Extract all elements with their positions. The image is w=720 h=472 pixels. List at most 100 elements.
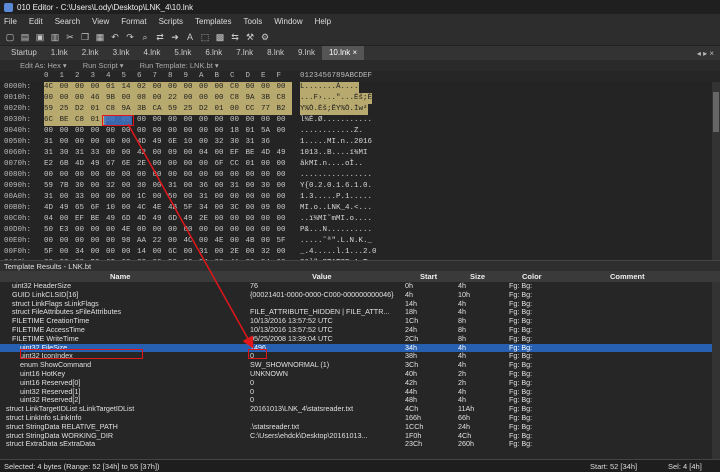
hex-ascii[interactable]: Y{0.2.0.1.6.1.0. — [300, 181, 372, 192]
hex-byte[interactable]: 00 — [106, 148, 122, 159]
hex-byte[interactable]: 00 — [277, 247, 293, 258]
hex-scroll-thumb[interactable] — [713, 92, 719, 132]
hex-byte[interactable]: 00 — [153, 126, 169, 137]
run-template-dropdown[interactable]: Run Template: LNK.bt ▾ — [140, 61, 219, 70]
hex-byte[interactable]: 00 — [261, 225, 277, 236]
hex-byte[interactable]: 10 — [106, 203, 122, 214]
font-icon[interactable]: A — [184, 31, 196, 43]
hex-byte[interactable]: 18 — [230, 126, 246, 137]
hex-byte[interactable]: 00 — [153, 159, 169, 170]
hex-ascii[interactable]: ............Z. — [300, 126, 363, 137]
hex-byte[interactable]: 4D — [137, 137, 153, 148]
hex-row[interactable]: 00E0h: 00 00 00 00 00 98 AA 22 00 4C 00 4E 00 4B 00 5F..… — [0, 236, 720, 247]
hex-byte[interactable]: 31 — [44, 192, 60, 203]
hex-byte[interactable]: 4D — [137, 214, 153, 225]
hex-byte[interactable]: 00 — [168, 159, 184, 170]
calculator-icon[interactable]: ▩ — [214, 31, 226, 43]
hex-byte[interactable]: 00 — [60, 126, 76, 137]
template-row[interactable]: struct LinkFlags sLinkFlags 14h 4h Fg: Bg: — [0, 300, 712, 309]
hex-byte[interactable]: 00 — [106, 247, 122, 258]
hex-byte[interactable]: 3C — [230, 203, 246, 214]
hex-byte[interactable]: 4B — [246, 236, 262, 247]
hex-byte[interactable]: 00 — [91, 126, 107, 137]
hex-byte[interactable]: 00 — [75, 82, 91, 93]
edit-as-dropdown[interactable]: Edit As: Hex ▾ — [20, 61, 67, 70]
goto-icon[interactable]: ➜ — [169, 31, 181, 43]
hex-byte[interactable]: 00 — [246, 170, 262, 181]
hex-byte[interactable]: 00 — [184, 247, 200, 258]
hex-byte[interactable]: 00 — [153, 225, 169, 236]
hex-byte[interactable]: 00 — [246, 247, 262, 258]
hex-byte[interactable]: 00 — [183, 93, 199, 104]
hex-byte[interactable]: 31 — [230, 181, 246, 192]
hex-byte[interactable]: 00 — [215, 247, 231, 258]
hex-byte[interactable]: 22 — [153, 236, 169, 247]
template-row[interactable]: struct FileAttributes sFileAttributes FIL… — [0, 308, 712, 317]
hex-byte[interactable]: 00 — [106, 137, 122, 148]
hex-byte[interactable]: 30 — [60, 148, 76, 159]
template-row[interactable]: struct LinkInfo sLinkInfo 166h 66h Fg: Bg: — [0, 414, 712, 423]
hex-byte[interactable]: 00 — [199, 236, 215, 247]
hex-byte[interactable]: 00 — [261, 170, 277, 181]
hex-byte[interactable]: 49 — [153, 137, 169, 148]
hex-view[interactable]: 0100h:330038E26C00220053005400410054003&… — [0, 82, 720, 260]
template-row[interactable]: enum ShowCommand SW_SHOWNORMAL (1) 3Ch 4h Fg… — [0, 361, 712, 370]
hex-byte[interactable]: 09 — [261, 203, 277, 214]
hex-byte[interactable]: 00 — [60, 137, 76, 148]
hex-byte[interactable]: 31 — [199, 192, 215, 203]
hex-byte[interactable]: 00 — [276, 82, 292, 93]
hex-row[interactable]: 0000h: 4C 00 00 00 01 14 02 00 00 00 00 00 C0 00 00 00 L.… — [0, 82, 720, 93]
hex-byte[interactable]: 00 — [153, 181, 169, 192]
hex-ascii[interactable]: P&...N.......... — [300, 225, 372, 236]
hex-byte[interactable]: 00 — [75, 137, 91, 148]
hex-byte[interactable]: C8 — [230, 93, 246, 104]
hex-byte[interactable]: 00 — [199, 159, 215, 170]
hex-byte[interactable]: 00 — [168, 115, 184, 126]
hex-byte[interactable]: 00 — [246, 181, 262, 192]
hex-byte[interactable]: 4B — [168, 203, 184, 214]
hex-byte[interactable]: 00 — [60, 236, 76, 247]
hex-byte[interactable]: 4D — [75, 159, 91, 170]
hex-byte[interactable]: 59 — [168, 104, 184, 115]
tab-2[interactable]: 2.lnk — [75, 46, 106, 60]
hex-byte[interactable]: 00 — [75, 170, 91, 181]
hex-byte[interactable]: 00 — [91, 247, 107, 258]
tab-0[interactable]: Startup — [4, 46, 44, 60]
hex-byte[interactable]: 00 — [153, 148, 169, 159]
hex-ascii[interactable]: MI.o..LNK_4.<... — [300, 203, 372, 214]
hex-byte[interactable]: 00 — [122, 126, 138, 137]
tab-8[interactable]: 8.lnk — [260, 46, 291, 60]
hex-byte[interactable]: 00 — [214, 93, 230, 104]
hex-byte[interactable]: 00 — [106, 225, 122, 236]
hex-byte[interactable]: 10 — [184, 137, 200, 148]
hex-byte[interactable]: 00 — [184, 181, 200, 192]
hex-byte[interactable]: 36 — [199, 181, 215, 192]
hex-byte[interactable]: 3B — [261, 93, 277, 104]
replace-icon[interactable]: ⇄ — [154, 31, 166, 43]
hex-byte[interactable]: 30 — [137, 181, 153, 192]
hex-row[interactable]: 0010h: 00 00 00 46 9B 00 08 00 22 00 00 00 C8 9A 3B C8..… — [0, 93, 720, 104]
hex-byte[interactable]: 00 — [44, 170, 60, 181]
hex-byte[interactable]: EF — [230, 148, 246, 159]
hex-byte[interactable]: 00 — [230, 192, 246, 203]
hex-byte[interactable]: 00 — [261, 115, 277, 126]
hex-byte[interactable]: 00 — [168, 236, 184, 247]
hex-byte[interactable]: 00 — [137, 170, 153, 181]
hex-byte[interactable]: 49 — [60, 203, 76, 214]
hex-byte[interactable]: 4C — [184, 236, 200, 247]
hex-byte[interactable]: 00 — [246, 115, 262, 126]
hex-byte[interactable]: 49 — [184, 214, 200, 225]
hex-byte[interactable]: E2 — [44, 159, 60, 170]
hex-byte[interactable]: 00 — [230, 170, 246, 181]
undo-icon[interactable]: ↶ — [109, 31, 121, 43]
tab-6[interactable]: 6.lnk — [198, 46, 229, 60]
hex-byte[interactable]: 00 — [91, 236, 107, 247]
hex-byte[interactable]: 01 — [214, 104, 230, 115]
hex-byte[interactable]: 00 — [168, 82, 184, 93]
hex-byte[interactable]: 49 — [106, 214, 122, 225]
hex-byte[interactable]: 00 — [199, 137, 215, 148]
hex-byte[interactable]: 65 — [75, 203, 91, 214]
hex-byte[interactable]: 00 — [153, 115, 169, 126]
hex-byte[interactable]: 00 — [44, 126, 60, 137]
hex-ascii[interactable]: ..ï¾MI˜mMI.o.... — [300, 214, 372, 225]
